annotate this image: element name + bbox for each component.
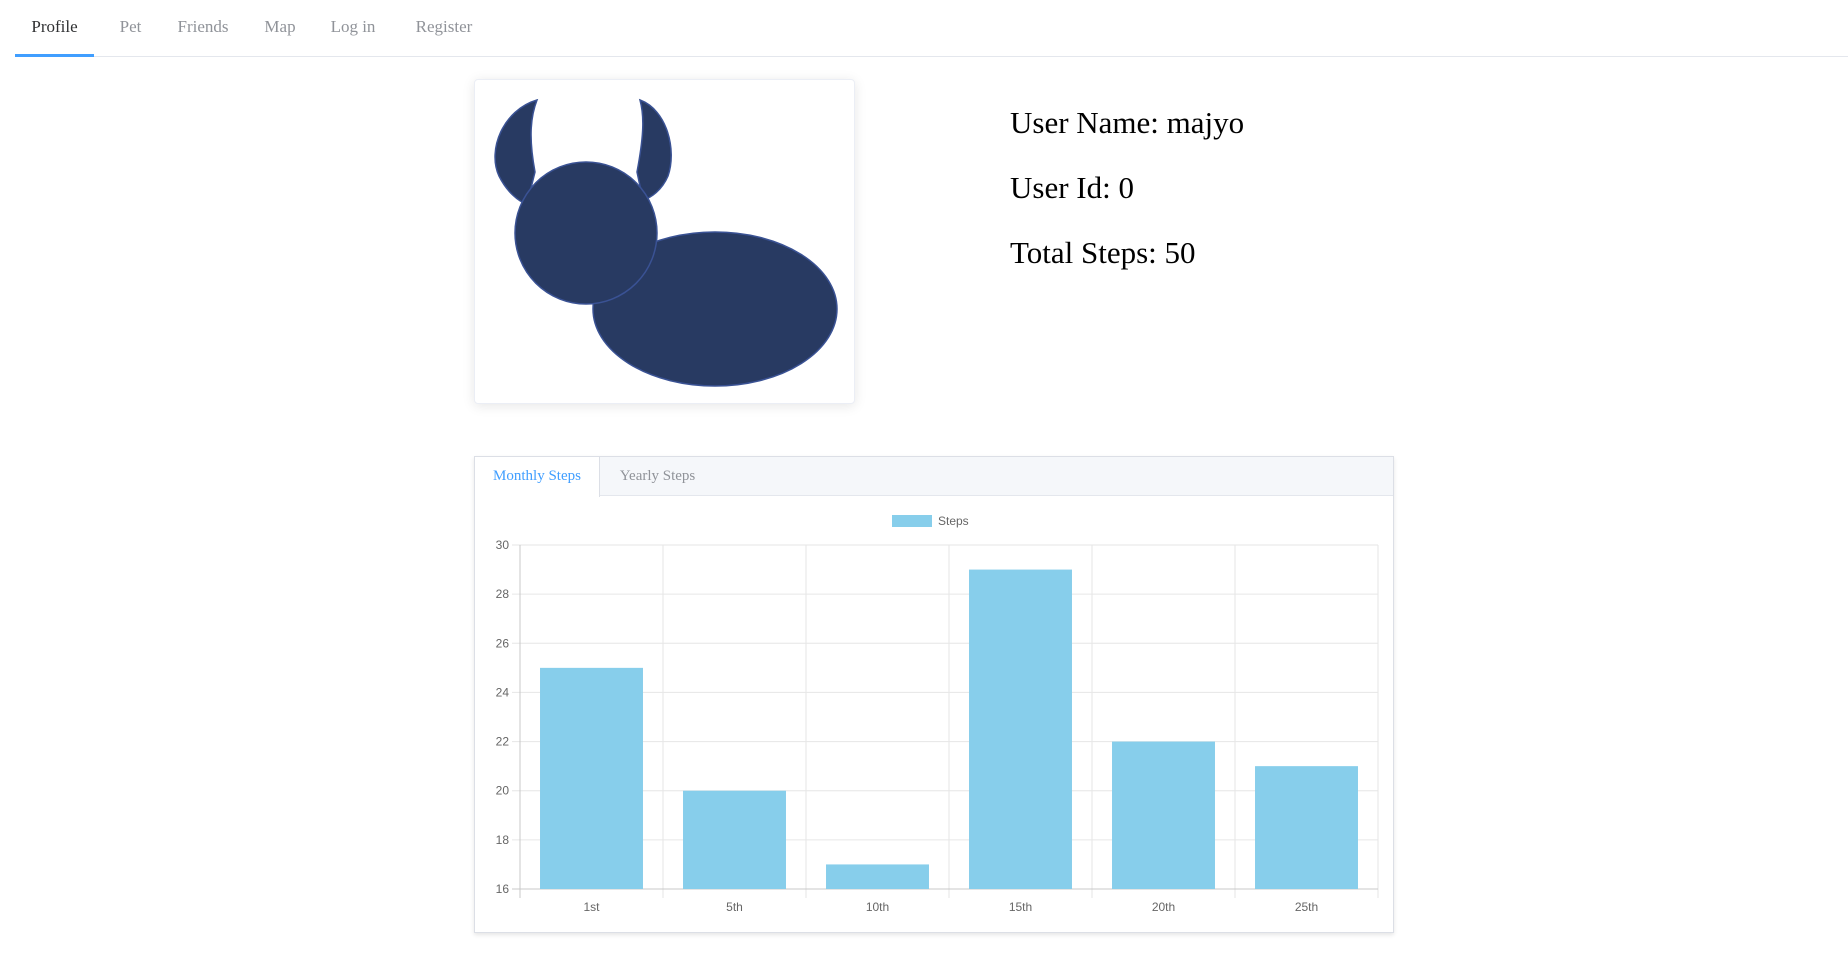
y-tick-label: 22 [496, 735, 510, 749]
legend-swatch [892, 515, 932, 527]
steps-chart-card: Monthly Steps Yearly Steps 16 18 20 22 24 26 2… [474, 456, 1394, 933]
y-tick-label: 24 [496, 685, 510, 699]
legend-label: Steps [938, 514, 969, 528]
x-tick-label: 25th [1295, 900, 1318, 914]
nav-profile[interactable]: Profile [15, 0, 94, 57]
y-tick-label: 30 [496, 538, 510, 552]
y-tick-label: 18 [496, 833, 510, 847]
y-tick-label: 20 [496, 784, 510, 798]
x-tick-label: 15th [1009, 900, 1032, 914]
nav-pet[interactable]: Pet [107, 0, 154, 57]
bar-15th [969, 569, 1072, 889]
nav-friends[interactable]: Friends [167, 0, 239, 57]
x-tick-label: 10th [866, 900, 889, 914]
y-tick-label: 26 [496, 636, 510, 650]
bar-25th [1255, 766, 1358, 889]
bar-20th [1112, 741, 1215, 889]
user-id: User Id: 0 [1010, 170, 1134, 205]
pet-silhouette-icon [494, 98, 838, 387]
nav-map[interactable]: Map [253, 0, 307, 57]
bar-1st [540, 667, 643, 889]
x-tick-label: 20th [1152, 900, 1175, 914]
total-steps: Total Steps: 50 [1010, 235, 1196, 270]
bar-10th [826, 864, 929, 889]
y-tick-label: 28 [496, 587, 510, 601]
y-tick-label: 16 [496, 882, 510, 896]
user-name: User Name: majyo [1010, 105, 1245, 140]
x-tick-label: 5th [726, 900, 743, 914]
nav-login[interactable]: Log in [319, 0, 387, 57]
x-tick-label: 1st [583, 900, 600, 914]
bar-5th [683, 790, 786, 889]
nav-register[interactable]: Register [399, 0, 489, 57]
top-nav: Profile Pet Friends Map Log in Register [15, 0, 1848, 57]
monthly-steps-bar-chart: 16 18 20 22 24 26 28 30 1st 5th 10th 15th 20th 25th St… [496, 514, 1379, 914]
avatar-card [474, 79, 855, 404]
